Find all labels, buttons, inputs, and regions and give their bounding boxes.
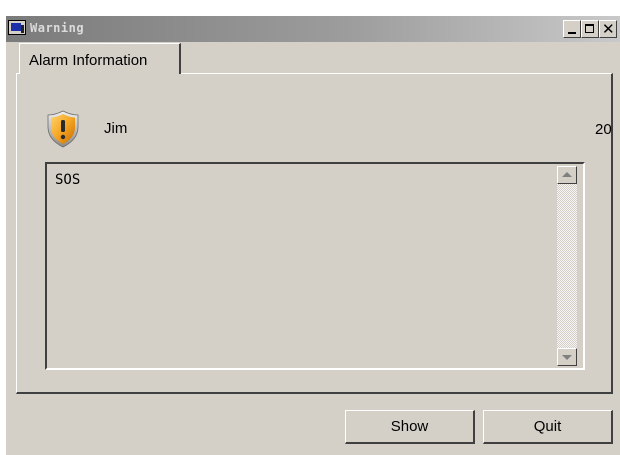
scroll-down-button[interactable] [557,348,577,366]
app-icon [8,20,26,35]
quit-button[interactable]: Quit [483,410,613,444]
close-icon: ✕ [602,20,615,38]
alarm-message-textarea[interactable]: SOS [45,162,585,370]
vertical-scrollbar[interactable] [557,166,577,366]
show-button[interactable]: Show [345,410,475,444]
sender-name: Jim [104,120,128,137]
maximize-button[interactable] [581,20,599,38]
chevron-down-icon [562,355,572,360]
close-button[interactable]: ✕ [599,20,617,38]
minimize-icon [568,32,576,34]
maximize-icon [585,24,594,33]
warning-shield-icon [47,110,79,148]
alarm-number: 20 [595,121,612,138]
minimize-button[interactable] [563,20,581,38]
title-bar[interactable]: Warning ✕ [6,16,620,42]
scroll-up-button[interactable] [557,166,577,184]
tab-alarm-information[interactable]: Alarm Information [19,43,181,74]
chevron-up-icon [562,172,572,177]
alarm-message: SOS [55,172,81,188]
window-title: Warning [30,21,85,35]
